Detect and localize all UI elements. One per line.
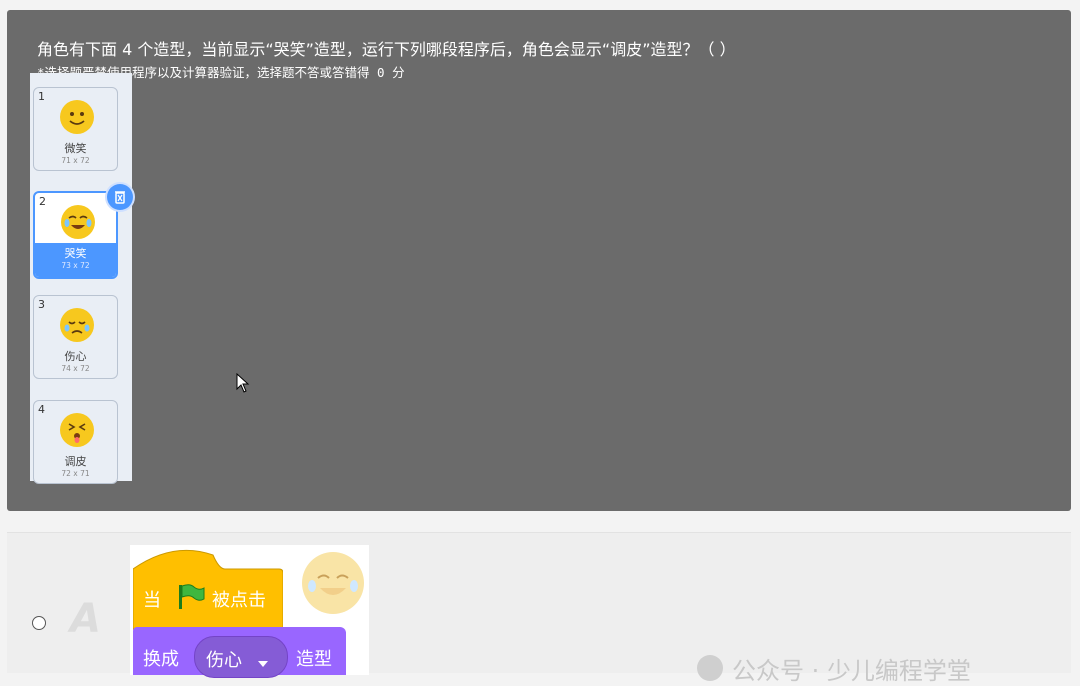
costume-dropdown-value: 伤心 bbox=[206, 650, 242, 671]
costume-name: 微笑 bbox=[64, 142, 87, 155]
hat-block-suffix: 被点击 bbox=[212, 590, 266, 611]
option-letter: A bbox=[70, 596, 101, 642]
chevron-down-icon bbox=[257, 653, 269, 672]
watermark: 公众号 · 少儿编程学堂 bbox=[732, 657, 971, 685]
costume-card-2[interactable]: 2 哭笑 73 x 72 bbox=[33, 191, 118, 279]
costume-size: 72 x 71 bbox=[61, 469, 90, 478]
mouse-pointer-icon bbox=[236, 372, 250, 397]
looks-block-suffix: 造型 bbox=[296, 649, 332, 670]
costume-size: 74 x 72 bbox=[61, 364, 90, 373]
playful-emoji-icon bbox=[60, 413, 94, 447]
wechat-icon bbox=[697, 655, 723, 681]
hat-block-prefix: 当 bbox=[143, 590, 161, 611]
smile-emoji-icon bbox=[60, 100, 94, 134]
question-title: 角色有下面 4 个造型，当前显示“哭笑”造型，运行下列哪段程序后，角色会显示“调… bbox=[37, 40, 736, 59]
sad-emoji-icon bbox=[60, 308, 94, 342]
costume-number: 2 bbox=[39, 195, 46, 208]
costume-card-4[interactable]: 4 调皮 72 x 71 bbox=[33, 400, 118, 484]
costume-list: 1 微笑 71 x 72 2 哭笑 73 x 72 3 伤心 74 x 72 4… bbox=[30, 73, 132, 484]
green-flag-icon bbox=[176, 583, 206, 615]
question-panel: 角色有下面 4 个造型，当前显示“哭笑”造型，运行下列哪段程序后，角色会显示“调… bbox=[7, 10, 1071, 511]
costume-card-1[interactable]: 1 微笑 71 x 72 bbox=[33, 87, 118, 171]
costume-card-3[interactable]: 3 伤心 74 x 72 bbox=[33, 295, 118, 379]
trash-icon[interactable] bbox=[107, 184, 133, 210]
costume-name: 调皮 bbox=[64, 455, 87, 468]
costume-name: 哭笑 bbox=[64, 247, 87, 260]
costume-number: 3 bbox=[38, 298, 45, 311]
costume-number: 1 bbox=[38, 90, 45, 103]
laugh-cry-emoji-icon bbox=[61, 205, 95, 239]
costume-name: 伤心 bbox=[64, 350, 87, 363]
costume-size: 71 x 72 bbox=[61, 156, 90, 165]
looks-block-prefix: 换成 bbox=[143, 649, 179, 670]
answer-radio-a[interactable] bbox=[32, 616, 46, 630]
costume-size: 73 x 72 bbox=[61, 261, 90, 270]
sprite-preview-laugh-cry-icon bbox=[302, 552, 364, 614]
costume-number: 4 bbox=[38, 403, 45, 416]
